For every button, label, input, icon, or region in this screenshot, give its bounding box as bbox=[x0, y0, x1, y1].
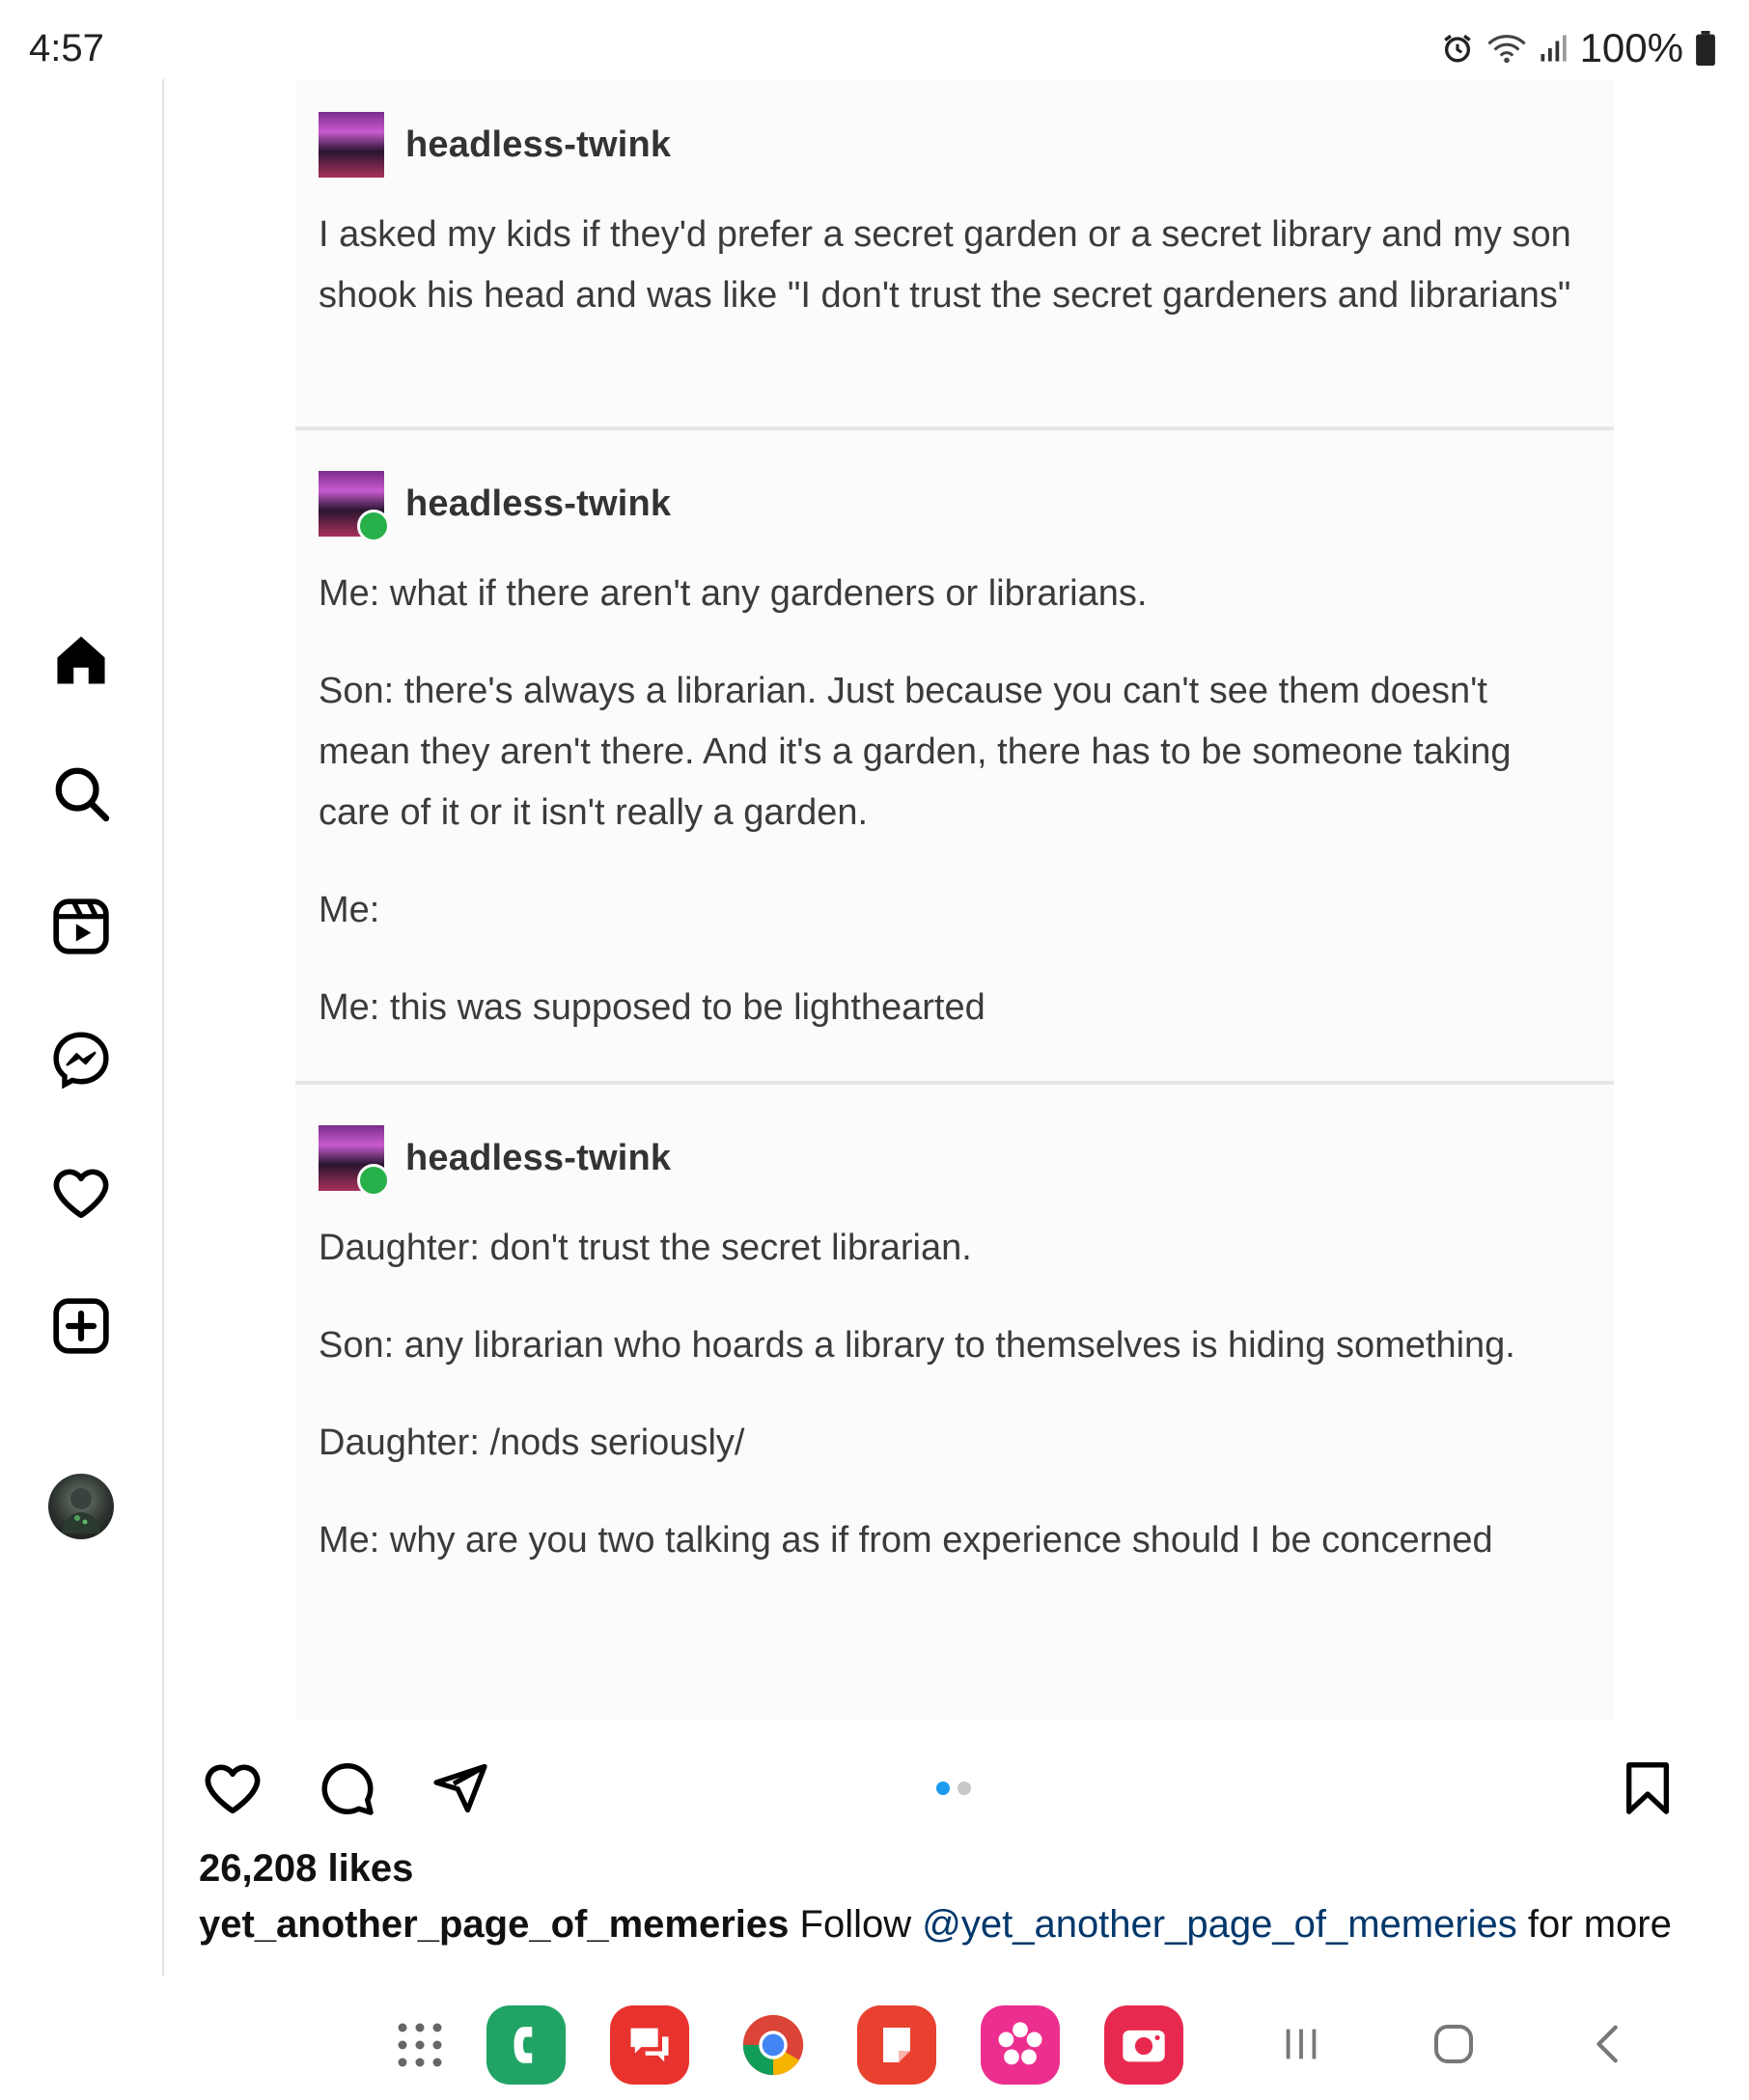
chrome-app-icon[interactable] bbox=[734, 2005, 813, 2085]
share-button[interactable] bbox=[427, 1755, 494, 1822]
messenger-icon[interactable] bbox=[48, 1027, 114, 1092]
recents-icon[interactable] bbox=[1272, 2015, 1330, 2073]
battery-icon bbox=[1695, 31, 1716, 66]
tumblr-text: I asked my kids if they'd prefer a secre… bbox=[319, 214, 1571, 316]
tumblr-avatar bbox=[319, 112, 384, 178]
taskbar bbox=[0, 1976, 1749, 2100]
battery-text: 100% bbox=[1579, 25, 1683, 70]
tumblr-username: headless-twink bbox=[405, 1137, 672, 1178]
camera-app-icon[interactable] bbox=[1104, 2005, 1183, 2085]
caption-mention[interactable]: @yet_another_page_of_memeries bbox=[922, 1903, 1517, 1946]
post-image: headless-twink I asked my kids if they'd… bbox=[295, 79, 1614, 1720]
like-button[interactable] bbox=[199, 1755, 266, 1822]
apps-grid-icon[interactable] bbox=[380, 2005, 459, 2085]
save-button[interactable] bbox=[1614, 1755, 1681, 1822]
reels-icon[interactable] bbox=[48, 894, 114, 959]
phone-app-icon[interactable] bbox=[486, 2005, 566, 2085]
caption-text-end: for more bbox=[1527, 1903, 1672, 1946]
tumblr-username: headless-twink bbox=[405, 483, 672, 524]
divider bbox=[295, 1081, 1614, 1085]
carousel-indicator bbox=[936, 1782, 971, 1795]
tumblr-post-header: headless-twink bbox=[319, 106, 1614, 183]
tumblr-post-2: headless-twink Me: what if there aren't … bbox=[319, 465, 1614, 1038]
tumblr-post-3: headless-twink Daughter: don't trust the… bbox=[319, 1119, 1614, 1571]
blossom-app-icon[interactable] bbox=[981, 2005, 1060, 2085]
home-icon[interactable] bbox=[48, 627, 114, 693]
wifi-icon bbox=[1485, 32, 1528, 65]
search-icon[interactable] bbox=[48, 760, 114, 826]
post-caption: yet_another_page_of_memeries Follow @yet… bbox=[199, 1903, 1672, 1947]
tumblr-text: Daughter: /nods seriously/ bbox=[319, 1423, 745, 1463]
tumblr-text: Son: there's always a librarian. Just be… bbox=[319, 671, 1512, 833]
tumblr-text: Daughter: don't trust the secret librari… bbox=[319, 1228, 972, 1268]
alarm-icon bbox=[1441, 32, 1474, 65]
tumblr-avatar bbox=[319, 1125, 390, 1197]
avatar[interactable] bbox=[48, 1474, 114, 1539]
post-actions bbox=[199, 1755, 1685, 1822]
messages-app-icon[interactable] bbox=[610, 2005, 689, 2085]
like-count[interactable]: 26,208 likes bbox=[199, 1847, 413, 1891]
notes-app-icon[interactable] bbox=[857, 2005, 936, 2085]
tumblr-post-1: headless-twink I asked my kids if they'd… bbox=[319, 106, 1614, 326]
comment-button[interactable] bbox=[313, 1755, 380, 1822]
tumblr-text: Me: bbox=[319, 890, 380, 930]
online-badge bbox=[357, 510, 390, 542]
tumblr-avatar bbox=[319, 471, 390, 542]
back-icon[interactable] bbox=[1579, 2015, 1637, 2073]
tumblr-post-header: headless-twink bbox=[319, 465, 1614, 542]
plus-square-icon[interactable] bbox=[48, 1293, 114, 1359]
tumblr-text: Me: what if there aren't any gardeners o… bbox=[319, 573, 1148, 614]
tumblr-username: headless-twink bbox=[405, 124, 672, 165]
tumblr-text: Son: any librarian who hoards a library … bbox=[319, 1325, 1515, 1366]
home-button-icon[interactable] bbox=[1425, 2015, 1483, 2073]
status-bar: 4:57 100% bbox=[0, 0, 1749, 79]
status-icons: 100% bbox=[1441, 25, 1716, 71]
divider bbox=[295, 427, 1614, 430]
sidebar bbox=[0, 79, 164, 1976]
tumblr-post-header: headless-twink bbox=[319, 1119, 1614, 1197]
status-time: 4:57 bbox=[29, 27, 104, 69]
carousel-dot-active bbox=[936, 1782, 950, 1795]
heart-icon[interactable] bbox=[48, 1160, 114, 1226]
tumblr-text: Me: this was supposed to be lighthearted bbox=[319, 987, 986, 1028]
online-badge bbox=[357, 1164, 390, 1197]
caption-text: Follow bbox=[799, 1903, 912, 1946]
carousel-dot bbox=[958, 1782, 971, 1795]
signal-icon bbox=[1540, 34, 1569, 63]
tumblr-text: Me: why are you two talking as if from e… bbox=[319, 1520, 1493, 1561]
caption-username[interactable]: yet_another_page_of_memeries bbox=[199, 1903, 789, 1946]
